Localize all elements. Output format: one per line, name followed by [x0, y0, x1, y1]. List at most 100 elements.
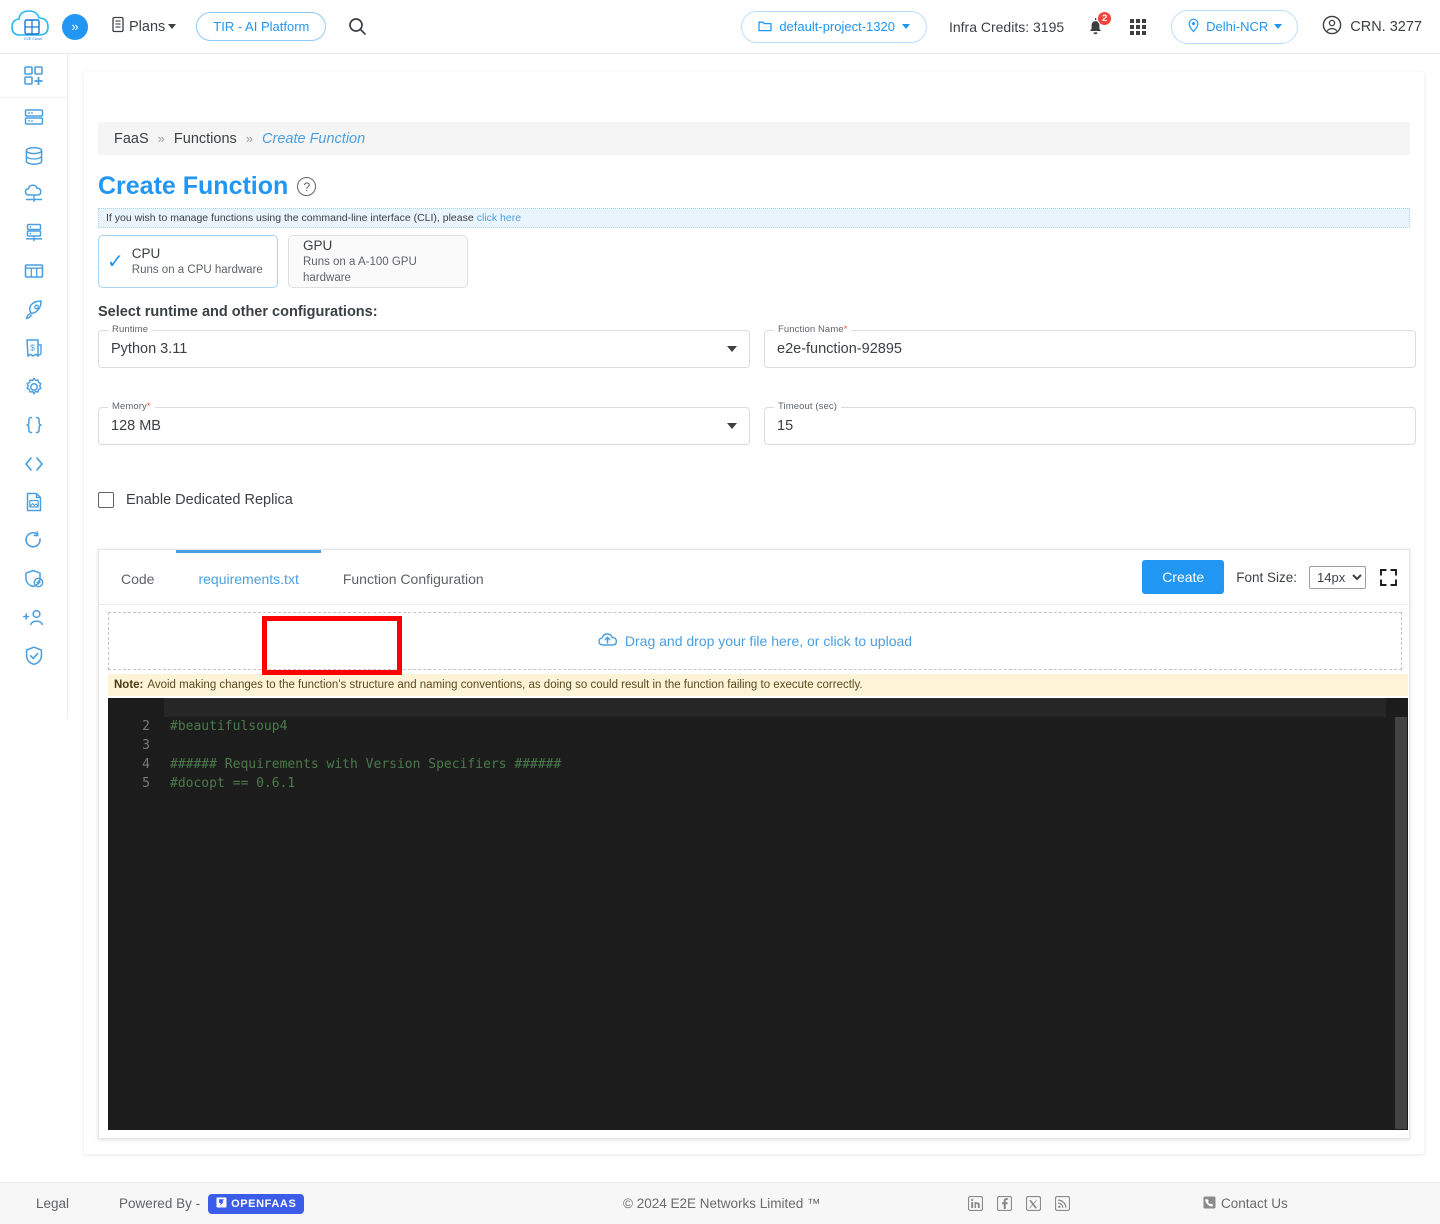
project-label: default-project-1320: [779, 19, 895, 34]
code-scrollbar-track[interactable]: [1394, 698, 1408, 1130]
folder-icon: [758, 19, 772, 35]
search-icon[interactable]: [348, 17, 367, 36]
code-scrollbar-thumb[interactable]: [1395, 717, 1407, 1129]
add-user-icon: [22, 609, 43, 626]
contact-us-label: Contact Us: [1221, 1196, 1288, 1211]
footer-powered-by: Powered By - OPENFAAS: [119, 1193, 305, 1214]
sidebar-item-server-rack[interactable]: [0, 214, 67, 253]
breadcrumb-faas[interactable]: FaaS: [114, 131, 149, 147]
security-shield-add-icon: [24, 569, 43, 588]
compute-nodes-icon: [24, 109, 43, 125]
note-text: Avoid making changes to the function's s…: [147, 679, 863, 691]
sidebar-item-rocket-deploy[interactable]: [0, 291, 67, 330]
chevron-down-icon[interactable]: [727, 423, 737, 429]
cli-click-here-link[interactable]: click here: [477, 212, 521, 224]
twitter-icon[interactable]: [1026, 1196, 1041, 1211]
cloud-network-icon: [24, 184, 42, 203]
database-icon: [25, 146, 42, 165]
help-icon[interactable]: ?: [297, 177, 317, 196]
line-number: 2: [142, 719, 150, 734]
sidebar-item-block-storage[interactable]: [0, 252, 67, 291]
tab-function-configuration[interactable]: Function Configuration: [321, 550, 506, 604]
tab-requirements-txt[interactable]: requirements.txt: [176, 550, 321, 604]
facebook-icon[interactable]: [997, 1196, 1012, 1211]
footer-contact-us[interactable]: Contact Us: [1203, 1196, 1288, 1212]
line-text: #beautifulsoup4: [170, 719, 288, 734]
sidebar-item-add-user[interactable]: [0, 599, 67, 638]
project-selector[interactable]: default-project-1320: [741, 10, 927, 43]
page-footer: Legal Powered By - OPENFAAS © 2024 E2E N…: [0, 1182, 1440, 1224]
line-number: 5: [142, 776, 150, 791]
memory-select[interactable]: Memory* 128 MB: [98, 401, 750, 445]
sidebar-item-sync[interactable]: [0, 522, 67, 561]
breadcrumb-functions[interactable]: Functions: [174, 131, 237, 147]
sidebar-item-images[interactable]: [0, 483, 67, 522]
sidebar-expand-button[interactable]: »: [62, 13, 88, 40]
plans-icon: [110, 16, 126, 37]
main-canvas: FaaS » Functions » Create Function Creat…: [68, 54, 1440, 1169]
block-storage-icon: [24, 264, 43, 279]
sidebar-item-settings[interactable]: [0, 368, 67, 407]
region-selector[interactable]: Delhi-NCR: [1171, 9, 1299, 44]
tab-code[interactable]: Code: [99, 550, 176, 604]
e2e-cloud-logo-icon[interactable]: E2E Cloud: [10, 7, 56, 47]
fullscreen-expand-icon[interactable]: [1378, 568, 1397, 586]
sidebar-item-api[interactable]: [0, 406, 67, 445]
create-button[interactable]: Create: [1142, 560, 1225, 594]
region-label: Delhi-NCR: [1206, 19, 1269, 34]
hardware-cpu-title: CPU: [131, 245, 161, 261]
hardware-cpu-subtitle: Runs on a CPU hardware: [131, 263, 263, 276]
sidebar-item-compute-nodes[interactable]: [0, 98, 67, 137]
file-dropzone[interactable]: Drag and drop your file here, or click t…: [108, 612, 1402, 670]
tir-ai-platform-button[interactable]: TIR - AI Platform: [196, 12, 327, 41]
footer-legal-link[interactable]: Legal: [36, 1196, 69, 1211]
hardware-gpu-title: GPU: [303, 237, 333, 253]
plans-menu[interactable]: Plans: [110, 16, 177, 37]
code-line: 5 #docopt == 0.6.1: [108, 774, 1408, 793]
sidebar-item-security-add[interactable]: [0, 560, 67, 599]
sidebar-item-add-resource[interactable]: [0, 54, 67, 98]
chevron-double-right-icon: »: [71, 19, 79, 34]
sidebar-item-cloud-network[interactable]: [0, 175, 67, 214]
breadcrumb-current: Create Function: [262, 130, 366, 147]
section-title: Select runtime and other configurations:: [98, 304, 378, 320]
user-account-menu[interactable]: CRN. 3277: [1322, 15, 1422, 39]
notifications-button[interactable]: 2: [1086, 10, 1113, 37]
function-name-input[interactable]: Function Name* e2e-function-92895: [764, 324, 1416, 368]
notification-badge: 2: [1097, 10, 1113, 26]
sidebar-item-protection[interactable]: [0, 637, 67, 676]
rss-icon[interactable]: [1055, 1196, 1070, 1211]
code-editor[interactable]: 2 #beautifulsoup4 3 4 ###### Requirement…: [108, 698, 1408, 1130]
active-line-highlight: [164, 698, 1386, 717]
sidebar-item-billing[interactable]: $: [0, 329, 67, 368]
page-title: Create Function ?: [98, 172, 317, 201]
cloud-upload-icon: [598, 632, 618, 651]
dropzone-text: Drag and drop your file here, or click t…: [624, 633, 913, 649]
dedicated-replica-checkbox[interactable]: [98, 492, 114, 508]
dedicated-replica-row[interactable]: Enable Dedicated Replica: [98, 492, 293, 508]
phone-icon: [1203, 1196, 1216, 1212]
sidebar-item-database[interactable]: [0, 137, 67, 176]
chevron-down-icon[interactable]: [727, 346, 737, 352]
apps-grid-button[interactable]: [1129, 18, 1147, 36]
breadcrumb: FaaS » Functions » Create Function: [98, 122, 1410, 155]
editor-card: Code requirements.txt Function Configura…: [98, 549, 1410, 1139]
svg-text:E2E Cloud: E2E Cloud: [24, 37, 41, 41]
runtime-select[interactable]: Runtime Python 3.11: [98, 324, 750, 368]
top-header: E2E Cloud » Plans TIR - AI Platform defa…: [0, 0, 1440, 54]
hardware-option-cpu[interactable]: ✓ CPU Runs on a CPU hardware: [98, 235, 278, 288]
linkedin-icon[interactable]: [968, 1196, 983, 1211]
hardware-gpu-subtitle: Runs on a A-100 GPU hardware: [303, 256, 417, 284]
footer-copyright: © 2024 E2E Networks Limited ™: [623, 1196, 821, 1211]
font-size-select[interactable]: 14px: [1309, 565, 1366, 589]
line-number: 4: [142, 757, 150, 772]
openfaas-badge[interactable]: OPENFAAS: [208, 1193, 305, 1214]
code-line: 2 #beautifulsoup4: [108, 717, 1408, 736]
timeout-input[interactable]: Timeout (sec) 15: [764, 401, 1416, 445]
footer-social-links: [968, 1196, 1070, 1211]
hardware-option-gpu[interactable]: GPU Runs on a A-100 GPU hardware: [288, 235, 468, 288]
sidebar-item-code[interactable]: [0, 445, 67, 484]
sync-refresh-icon: [24, 531, 41, 548]
font-size-label: Font Size:: [1236, 569, 1297, 585]
billing-invoice-icon: $: [25, 339, 42, 358]
